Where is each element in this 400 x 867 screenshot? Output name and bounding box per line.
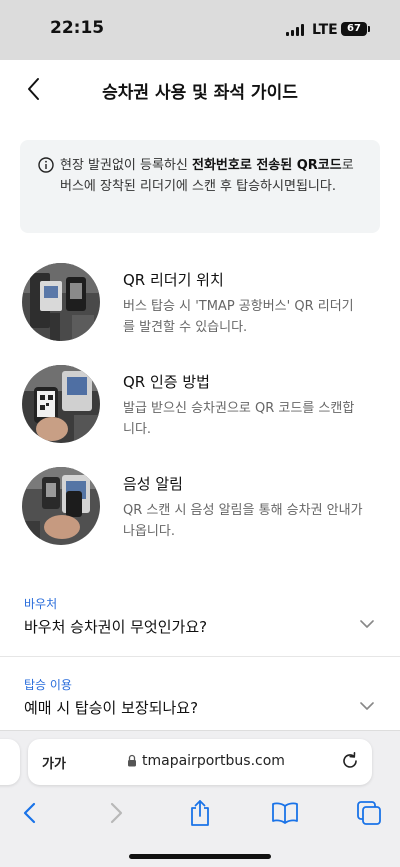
- status-time: 22:15: [50, 18, 105, 38]
- guide-item-voice-notice: 음성 알림 QR 스캔 시 음성 알림을 통해 승차권 안내가 나옵니다.: [20, 467, 380, 547]
- notice-box: 현장 발권없이 등록하신 전화번호로 전송된 QR코드로 버스에 장착된 리더기…: [20, 140, 380, 233]
- page-title: 승차권 사용 및 좌석 가이드: [102, 83, 298, 103]
- info-icon: [38, 157, 54, 173]
- battery-level: 67: [347, 23, 361, 34]
- guide-desc: 버스 탑승 시 'TMAP 공항버스' QR 리더기를 발견할 수 있습니다.: [123, 299, 354, 335]
- faq-item-voucher[interactable]: 바우처 바우처 승차권이 무엇인가요?: [0, 582, 400, 657]
- page-header: 승차권 사용 및 좌석 가이드: [0, 60, 400, 118]
- bookmarks-button[interactable]: [268, 796, 302, 830]
- guide-image-voice-notice: [22, 467, 100, 545]
- guide-item-qr-auth-method: QR 인증 방법 발급 받으신 승차권으로 QR 코드를 스캔합니다.: [20, 365, 380, 445]
- faq-question: 예매 시 탑승이 보장되나요?: [24, 699, 199, 717]
- faq-category: 바우처: [24, 597, 58, 611]
- notice-highlight: 전화번호로 전송된 QR코드: [192, 158, 342, 173]
- guide-desc: QR 스캔 시 음성 알림을 통해 승차권 안내가 나옵니다.: [123, 503, 363, 539]
- battery-icon: 67: [341, 22, 370, 36]
- status-bar: 22:15 LTE 67: [0, 0, 400, 60]
- browser-forward-button[interactable]: [99, 796, 133, 830]
- previous-tab-preview[interactable]: [0, 739, 20, 785]
- tabs-icon: [357, 801, 381, 825]
- chevron-right-icon: [110, 802, 122, 824]
- guide-title: QR 리더기 위치: [123, 271, 224, 289]
- faq-category: 탑승 이용: [24, 678, 72, 692]
- guide-item-qr-reader-location: QR 리더기 위치 버스 탑승 시 'TMAP 공항버스' QR 리더기를 발견…: [20, 263, 380, 343]
- browser-back-button[interactable]: [12, 796, 46, 830]
- signal-icon: [286, 24, 304, 36]
- faq-question: 바우처 승차권이 무엇인가요?: [24, 618, 208, 636]
- guide-image-qr-auth: [22, 365, 100, 443]
- chevron-down-icon: [360, 620, 374, 628]
- tabs-button[interactable]: [352, 796, 386, 830]
- notice-text: 현장 발권없이 등록하신 전화번호로 전송된 QR코드로 버스에 장착된 리더기…: [60, 158, 354, 194]
- address-bar[interactable]: 가가 tmapairportbus.com: [28, 739, 372, 785]
- network-type: LTE: [312, 22, 338, 38]
- guide-desc: 발급 받으신 승차권으로 QR 코드를 스캔합니다.: [123, 401, 355, 437]
- url-text: tmapairportbus.com: [142, 753, 285, 769]
- faq-item-boarding[interactable]: 탑승 이용 예매 시 탑승이 보장되나요?: [0, 656, 400, 731]
- guide-title: 음성 알림: [123, 475, 183, 493]
- lock-icon: [128, 754, 136, 767]
- book-icon: [272, 802, 298, 824]
- guide-image-reader-location: [22, 263, 100, 341]
- share-icon: [191, 800, 209, 826]
- chevron-left-icon: [23, 802, 35, 824]
- guide-title: QR 인증 방법: [123, 373, 210, 391]
- browser-toolbar: 가가 tmapairportbus.com: [0, 730, 400, 867]
- chevron-down-icon: [360, 702, 374, 710]
- share-button[interactable]: [183, 796, 217, 830]
- reload-icon[interactable]: [340, 751, 360, 771]
- home-indicator: [129, 854, 271, 859]
- text-size-button[interactable]: 가가: [42, 753, 66, 772]
